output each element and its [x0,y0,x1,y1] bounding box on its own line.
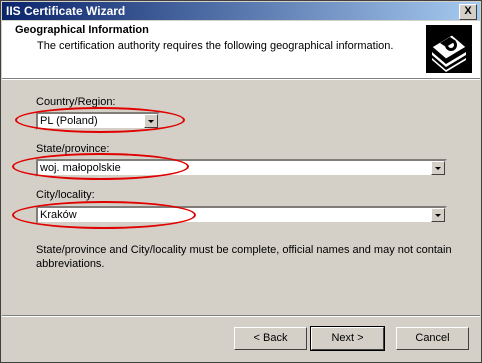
window-title: IIS Certificate Wizard [6,4,126,18]
title-bar[interactable]: IIS Certificate Wizard X [2,2,480,20]
annotation-ellipse [12,201,196,229]
city-label: City/locality: [36,189,95,201]
back-button[interactable]: < Back [234,327,307,350]
annotation-ellipse [12,153,189,180]
page-title: Geographical Information [15,24,149,36]
close-button[interactable]: X [459,4,477,20]
header-separator [2,78,480,80]
chevron-down-icon[interactable] [431,161,445,175]
annotation-ellipse [15,107,185,133]
footer-separator [2,315,480,317]
page-subtitle: The certification authority requires the… [37,40,394,52]
next-button[interactable]: Next > [310,326,385,351]
chevron-down-icon[interactable] [431,208,445,222]
certificate-wizard-icon [426,25,472,73]
wizard-window: IIS Certificate Wizard X Geographical In… [0,0,482,363]
cancel-button[interactable]: Cancel [396,327,469,350]
wizard-header: Geographical Information The certificati… [2,21,480,78]
requirement-note: State/province and City/locality must be… [36,244,452,270]
